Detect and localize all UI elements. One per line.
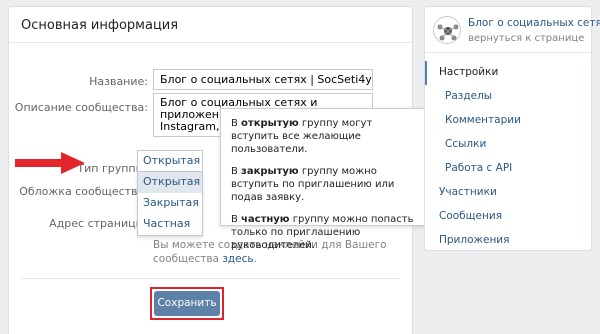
tooltip-private: В частную группу можно попасть только по… xyxy=(231,214,414,251)
sidebar-item-apps[interactable]: Приложения xyxy=(425,229,593,253)
description-label: Описание сообщества: xyxy=(14,101,148,114)
divider xyxy=(21,278,400,279)
group-type-tooltip: В открытую группу могут вступить все жел… xyxy=(220,108,429,251)
cover-label: Обложка сообщества: xyxy=(19,185,148,198)
sidebar-item-members[interactable]: Участники xyxy=(425,181,593,205)
sidebar-item-api[interactable]: Работа с API xyxy=(425,157,593,181)
community-title[interactable]: Блог о социальных сетя... xyxy=(468,17,600,29)
sidebar-item-links[interactable]: Ссылки xyxy=(425,133,593,157)
sidebar-item-messages[interactable]: Сообщения xyxy=(425,205,593,229)
back-to-page-link[interactable]: вернуться к странице xyxy=(468,33,584,44)
name-input[interactable]: Блог о социальных сетях | SocSeti4you xyxy=(153,69,373,90)
tooltip-open: В открытую группу могут вступить все жел… xyxy=(231,118,373,155)
community-avatar[interactable] xyxy=(433,16,461,44)
stickers-link[interactable]: здесь xyxy=(222,253,253,265)
card-title: Основная информация xyxy=(9,7,412,43)
group-type-options: Открытая Закрытая Частная xyxy=(137,171,203,236)
address-label: Адрес страницы: xyxy=(49,217,148,230)
red-arrow-icon xyxy=(15,152,85,174)
name-label: Название: xyxy=(89,75,148,88)
group-type-select[interactable]: Открытая xyxy=(137,150,203,171)
save-button[interactable]: Сохранить xyxy=(154,291,220,316)
option-private[interactable]: Частная xyxy=(138,214,202,235)
sidebar-item-sections[interactable]: Разделы xyxy=(425,85,593,109)
sidebar-header: Блог о социальных сетя... вернуться к ст… xyxy=(425,7,600,53)
tooltip-closed: В закрытую группу можно вступить по приг… xyxy=(231,166,395,203)
save-button-highlight: Сохранить xyxy=(150,287,224,320)
sidebar-item-comments[interactable]: Комментарии xyxy=(425,109,593,133)
sidebar: Блог о социальных сетя... вернуться к ст… xyxy=(424,6,600,253)
sidebar-item-settings[interactable]: Настройки xyxy=(425,61,593,85)
option-closed[interactable]: Закрытая xyxy=(138,193,202,214)
option-open[interactable]: Открытая xyxy=(138,172,202,193)
